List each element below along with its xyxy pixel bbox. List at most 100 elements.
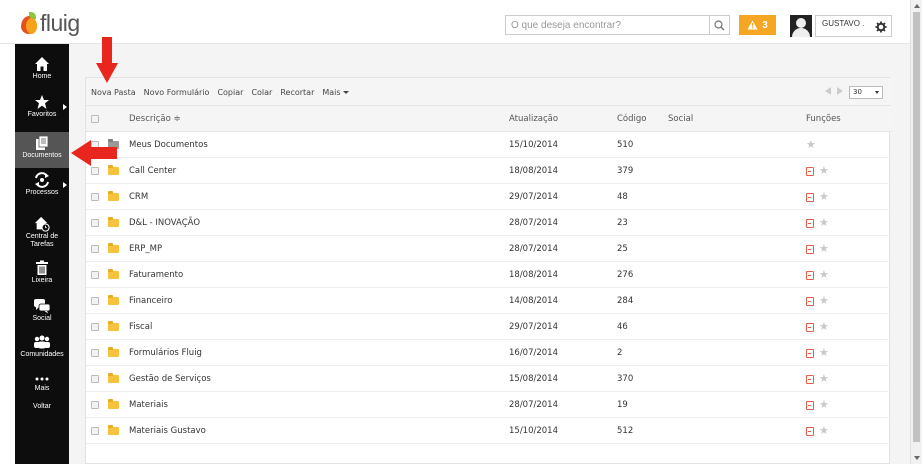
row-checkbox[interactable] — [91, 374, 99, 383]
favorite-star-icon[interactable]: ★ — [819, 366, 829, 392]
sidebar-item-label: Voltar — [33, 403, 51, 410]
table-row[interactable]: Materiais 28/07/2014 19 ★ — [86, 392, 891, 418]
row-description[interactable]: CRM — [129, 184, 148, 210]
page-size-select[interactable]: 30 — [849, 86, 883, 99]
select-all-checkbox[interactable] — [91, 114, 99, 123]
row-description[interactable]: Call Center — [129, 158, 176, 184]
row-date: 28/07/2014 — [509, 218, 558, 228]
header-atualizacao[interactable]: Atualização — [509, 106, 558, 132]
scrollbar[interactable] — [910, 0, 922, 464]
sidebar-item-mais[interactable]: Mais — [15, 374, 69, 393]
scroll-down-icon[interactable] — [914, 456, 920, 460]
header-codigo[interactable]: Código — [617, 106, 647, 132]
favorite-star-icon[interactable]: ★ — [819, 340, 829, 366]
favorite-star-icon[interactable]: ★ — [806, 132, 816, 158]
properties-icon[interactable] — [806, 426, 814, 436]
user-menu[interactable]: GUSTAVO . — [815, 15, 892, 37]
chevron-right-icon — [63, 104, 67, 110]
sidebar-item-processos[interactable]: Processos — [15, 172, 69, 197]
row-description[interactable]: ERP_MP — [129, 236, 162, 262]
fluig-logo[interactable]: fluig — [20, 9, 80, 37]
table-row[interactable]: Faturamento 18/08/2014 276 ★ — [86, 262, 891, 288]
row-date: 18/08/2014 — [509, 270, 558, 280]
table-row[interactable]: Meus Documentos 15/10/2014 510 ★ — [86, 132, 891, 158]
row-checkbox[interactable] — [91, 348, 99, 357]
nova-pasta-button[interactable]: Nova Pasta — [91, 88, 136, 97]
alerts-button[interactable]: 3 — [739, 15, 776, 35]
communities-icon — [34, 335, 50, 349]
table-row[interactable]: Fiscal 29/07/2014 46 ★ — [86, 314, 891, 340]
table-row[interactable]: Gestão de Serviços 15/08/2014 370 ★ — [86, 366, 891, 392]
sidebar-item-documentos[interactable]: Documentos — [15, 132, 69, 168]
row-description[interactable]: Meus Documentos — [129, 132, 208, 158]
favorite-star-icon[interactable]: ★ — [819, 158, 829, 184]
row-description[interactable]: Faturamento — [129, 262, 183, 288]
search-button[interactable] — [709, 16, 729, 34]
row-checkbox[interactable] — [91, 218, 99, 227]
properties-icon[interactable] — [806, 244, 814, 254]
annotation-arrow-down — [96, 37, 118, 83]
table-row[interactable]: Financeiro 14/08/2014 284 ★ — [86, 288, 891, 314]
row-functions: ★ — [806, 366, 829, 392]
row-date: 28/07/2014 — [509, 244, 558, 254]
table-row[interactable]: CRM 29/07/2014 48 ★ — [86, 184, 891, 210]
row-description[interactable]: Financeiro — [129, 288, 172, 314]
row-checkbox[interactable] — [91, 270, 99, 279]
row-description[interactable]: D&L - INOVAÇÃO — [129, 210, 200, 236]
row-checkbox[interactable] — [91, 426, 99, 435]
properties-icon[interactable] — [806, 218, 814, 228]
favorite-star-icon[interactable]: ★ — [819, 314, 829, 340]
novo-formulario-button[interactable]: Novo Formulário — [144, 88, 210, 97]
favorite-star-icon[interactable]: ★ — [819, 392, 829, 418]
properties-icon[interactable] — [806, 270, 814, 280]
mais-dropdown[interactable]: Mais — [322, 88, 349, 97]
row-description[interactable]: Formulários Fluig — [129, 340, 202, 366]
favorite-star-icon[interactable]: ★ — [819, 288, 829, 314]
search-input[interactable] — [506, 16, 706, 34]
colar-button[interactable]: Colar — [251, 88, 272, 97]
table-row[interactable]: Call Center 18/08/2014 379 ★ — [86, 158, 891, 184]
table-row[interactable]: Materiais Gustavo 15/10/2014 512 ★ — [86, 418, 891, 444]
row-checkbox[interactable] — [91, 166, 99, 175]
scroll-up-icon[interactable] — [914, 4, 920, 8]
table-row[interactable]: ERP_MP 28/07/2014 25 ★ — [86, 236, 891, 262]
sidebar-item-voltar[interactable]: Voltar — [15, 403, 69, 411]
header-descricao[interactable]: Descrição ≑ — [129, 106, 181, 132]
sidebar-item-social[interactable]: Social — [15, 298, 69, 323]
properties-icon[interactable] — [806, 400, 814, 410]
row-description[interactable]: Materiais — [129, 392, 168, 418]
favorite-star-icon[interactable]: ★ — [819, 184, 829, 210]
row-checkbox[interactable] — [91, 400, 99, 409]
row-checkbox[interactable] — [91, 296, 99, 305]
favorite-star-icon[interactable]: ★ — [819, 210, 829, 236]
row-description[interactable]: Materiais Gustavo — [129, 418, 206, 444]
table-row[interactable]: Formulários Fluig 16/07/2014 2 ★ — [86, 340, 891, 366]
favorite-star-icon[interactable]: ★ — [819, 418, 829, 444]
row-description[interactable]: Gestão de Serviços — [129, 366, 211, 392]
favorite-star-icon[interactable]: ★ — [819, 262, 829, 288]
properties-icon[interactable] — [806, 348, 814, 358]
next-page-icon[interactable] — [837, 87, 843, 95]
sidebar-item-central-de-tarefas[interactable]: Central de Tarefas — [15, 216, 69, 249]
table-row[interactable]: D&L - INOVAÇÃO 28/07/2014 23 ★ — [86, 210, 891, 236]
favorite-star-icon[interactable]: ★ — [819, 236, 829, 262]
properties-icon[interactable] — [806, 322, 814, 332]
row-checkbox[interactable] — [91, 322, 99, 331]
sidebar-item-favoritos[interactable]: Favoritos — [15, 94, 69, 119]
avatar[interactable] — [790, 15, 812, 37]
sidebar-item-lixeira[interactable]: Lixeira — [15, 260, 69, 285]
properties-icon[interactable] — [806, 296, 814, 306]
row-checkbox[interactable] — [91, 192, 99, 201]
scroll-thumb[interactable] — [913, 12, 920, 442]
sidebar-item-home[interactable]: Home — [15, 56, 69, 81]
properties-icon[interactable] — [806, 166, 814, 176]
gear-icon[interactable] — [875, 21, 887, 33]
properties-icon[interactable] — [806, 374, 814, 384]
row-checkbox[interactable] — [91, 244, 99, 253]
row-description[interactable]: Fiscal — [129, 314, 152, 340]
previous-page-icon[interactable] — [825, 87, 831, 95]
properties-icon[interactable] — [806, 192, 814, 202]
recortar-button[interactable]: Recortar — [280, 88, 314, 97]
copiar-button[interactable]: Copiar — [217, 88, 243, 97]
sidebar-item-comunidades[interactable]: Comunidades — [15, 334, 69, 359]
